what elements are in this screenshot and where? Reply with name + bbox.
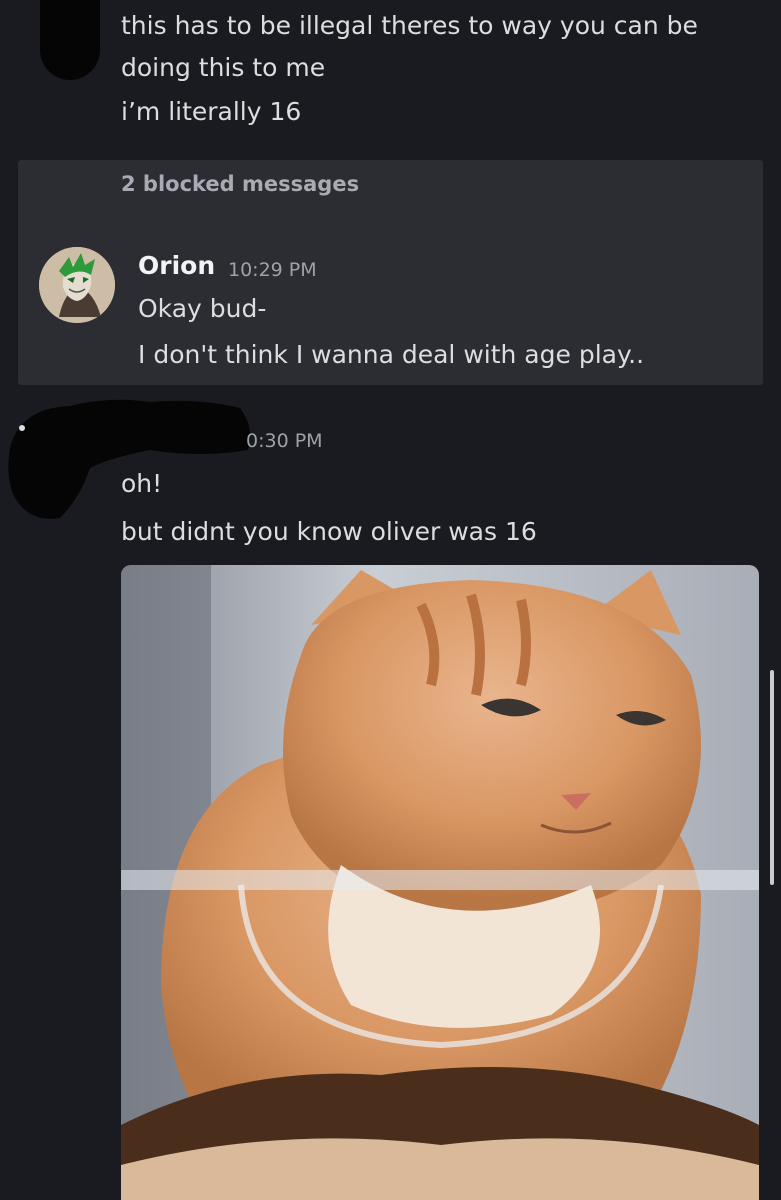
scrollbar[interactable] (770, 670, 774, 885)
blocked-messages-toggle[interactable]: 2 blocked messages (121, 172, 359, 196)
message-timestamp: 0:30 PM (246, 430, 323, 452)
redacted-avatar-top (40, 0, 100, 80)
message-line: Okay bud- (138, 294, 267, 323)
message-timestamp: 10:29 PM (228, 259, 317, 281)
message-line: doing this to me (121, 53, 326, 82)
author-name[interactable]: Orion (138, 251, 215, 280)
message-line: i’m literally 16 (121, 97, 302, 126)
message-line: this has to be illegal theres to way you… (121, 11, 698, 40)
message-line: I don't think I wanna deal with age play… (138, 340, 645, 369)
redacted-author-header (8, 399, 251, 519)
avatar-icon[interactable] (39, 247, 115, 323)
message-line: but didnt you know oliver was 16 (121, 517, 537, 546)
cat-image[interactable] (121, 565, 759, 1200)
message-line: oh! (121, 469, 163, 498)
